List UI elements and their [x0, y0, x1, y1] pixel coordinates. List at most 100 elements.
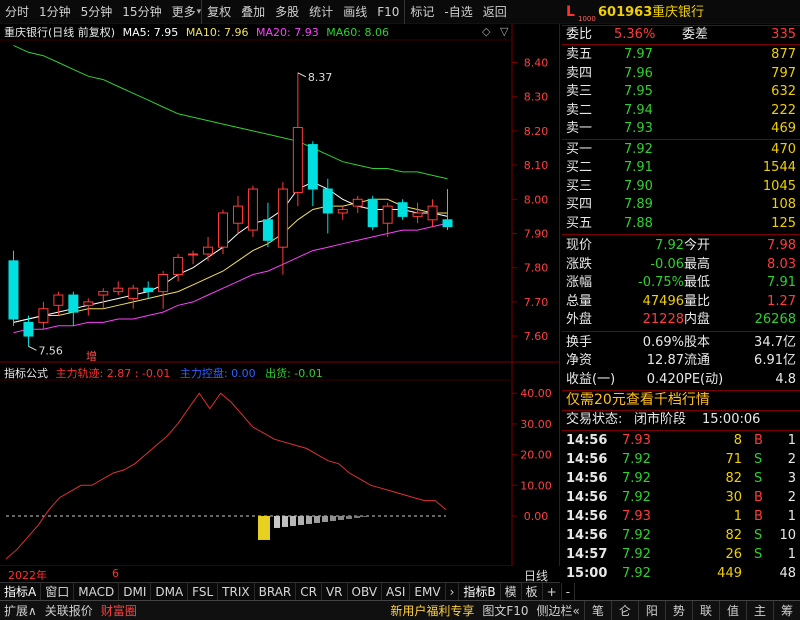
indicator-tab-6[interactable]: TRIX: [218, 583, 255, 600]
indicator-axis-label: 10.00: [520, 479, 552, 492]
mark-button[interactable]: 标记: [404, 0, 439, 24]
tick-volume: 30: [725, 490, 742, 505]
tick-count: 2: [787, 490, 796, 505]
ask-price: 7.93: [624, 121, 653, 136]
candle-body: [337, 209, 348, 214]
tick-count: 3: [787, 471, 796, 486]
chart-controls[interactable]: ◇ ▽: [482, 25, 508, 38]
indicator-tab-16[interactable]: 板: [522, 583, 543, 600]
adjust-button[interactable]: 复权: [201, 0, 236, 24]
tick-row: 14:56 7.93 1 B 1: [562, 508, 800, 526]
statistics-button[interactable]: 统计: [304, 0, 338, 24]
multi-stock-button[interactable]: 多股: [270, 0, 304, 24]
tick-volume: 8: [733, 433, 742, 448]
remove-favorite-button[interactable]: -自选: [439, 0, 477, 24]
indicator-tab-17[interactable]: +: [543, 583, 562, 600]
status-item-1[interactable]: 关联报价: [41, 601, 97, 620]
minute-chart-tab[interactable]: 分时: [0, 0, 34, 24]
stat-value: 8.03: [767, 256, 796, 272]
stat-label: 今开: [684, 238, 711, 253]
ask-label: 卖四: [566, 65, 593, 81]
indicator-tab-5[interactable]: FSL: [188, 583, 219, 600]
low-pointer: [28, 345, 37, 351]
back-button[interactable]: 返回: [478, 0, 512, 24]
indicator-tab-0[interactable]: 指标A: [0, 583, 42, 600]
status-right-item-4[interactable]: 仑: [610, 600, 638, 620]
indicator-tab-3[interactable]: DMI: [119, 583, 152, 600]
status-right-item-2[interactable]: 侧边栏«: [533, 601, 584, 620]
distribution-bar: [346, 515, 352, 519]
indicator-tab-1[interactable]: 窗口: [41, 583, 75, 600]
diamond-icon[interactable]: ◇: [482, 25, 490, 38]
status-right-item-5[interactable]: 阳: [637, 600, 665, 620]
five-minute-tab[interactable]: 5分钟: [76, 0, 118, 24]
candle: [232, 195, 243, 234]
candle: [292, 72, 303, 207]
bid-volume: 125: [771, 215, 796, 231]
arrow-down-icon[interactable]: ▽: [500, 25, 508, 38]
stat-label: 最高: [684, 256, 711, 272]
indicator-axis-label: 30.00: [520, 418, 552, 431]
tick-count: 2: [787, 452, 796, 467]
ma20-line: [13, 222, 448, 334]
trade-state-row: 交易状态: 闭市阶段 15:00:06: [562, 411, 800, 429]
indicator-tab-15[interactable]: 模: [501, 583, 522, 600]
kline-chart[interactable]: 8.40 8.30 8.20 8.10 8.00 7.90 7.80 7.70 7.60 8.37…: [0, 24, 560, 566]
candle: [307, 141, 318, 207]
tick-side: B: [754, 490, 763, 505]
candle: [442, 189, 453, 231]
bid-price: 7.90: [624, 178, 653, 194]
candle-body: [38, 308, 49, 323]
ma5-label: MA5: 7.95: [122, 26, 179, 39]
indicator-tab-14[interactable]: 指标B: [459, 583, 501, 600]
wecha-label: 委差: [682, 27, 709, 42]
promo-text: 仅需20元查看千档行情: [566, 392, 710, 408]
status-item-2[interactable]: 财富圈: [97, 601, 141, 620]
status-right-item-7[interactable]: 联: [691, 600, 719, 620]
one-minute-tab[interactable]: 1分钟: [34, 0, 76, 24]
stat-label: 外盘: [566, 312, 593, 327]
indicator-tab-11[interactable]: ASI: [382, 583, 411, 600]
candle: [247, 185, 258, 237]
ask-label: 卖一: [566, 121, 593, 136]
indicator-tab-10[interactable]: OBV: [348, 583, 383, 600]
indicator-tab-7[interactable]: BRAR: [255, 583, 297, 600]
ma20-label: MA20: 7.93: [256, 26, 319, 39]
f10-button[interactable]: F10: [372, 0, 404, 24]
candle: [203, 236, 214, 261]
low-annotation: 7.56: [38, 344, 63, 357]
more-tab[interactable]: 更多: [167, 0, 201, 24]
candle-body: [143, 287, 154, 293]
stat-value: 21228: [642, 312, 684, 327]
status-right-item-3[interactable]: 笔: [583, 600, 611, 620]
draw-line-button[interactable]: 画线: [338, 0, 372, 24]
tick-row: 14:56 7.92 30 B 2: [562, 489, 800, 507]
indicator-tab-2[interactable]: MACD: [74, 583, 120, 600]
chart-area[interactable]: 8.40 8.30 8.20 8.10 8.00 7.90 7.80 7.70 7.60 8.37…: [0, 24, 560, 566]
bid-label: 买五: [566, 215, 593, 231]
candle-body: [8, 260, 19, 320]
status-item-0[interactable]: 扩展∧: [0, 601, 41, 620]
ask-row: 卖二 7.94 222: [562, 102, 800, 120]
indicator-tab-8[interactable]: CR: [296, 583, 322, 600]
price-axis-label: 8.30: [524, 91, 549, 104]
status-right-item-6[interactable]: 势: [664, 600, 692, 620]
status-right-item-9[interactable]: 主: [745, 600, 773, 620]
status-right-item-0[interactable]: 新用户福利专享: [386, 601, 478, 620]
status-right-item-8[interactable]: 值: [718, 600, 746, 620]
tick-time: 14:56: [566, 490, 608, 505]
stock-logo: L: [566, 4, 575, 20]
ask-price: 7.96: [624, 65, 653, 81]
indicator-tab-4[interactable]: DMA: [151, 583, 189, 600]
fifteen-minute-tab[interactable]: 15分钟: [117, 0, 166, 24]
status-right-item-1[interactable]: 图文F10: [478, 601, 532, 620]
indicator-tab-12[interactable]: EMV: [410, 583, 446, 600]
overlay-button[interactable]: 叠加: [236, 0, 270, 24]
status-right-item-10[interactable]: 筹: [772, 600, 800, 620]
stat-label: 量比: [684, 293, 711, 309]
indicator-tab-13[interactable]: ›: [446, 583, 460, 600]
zeng-marker: 增: [86, 349, 97, 363]
stat-label: 内盘: [684, 312, 711, 327]
indicator-tab-9[interactable]: VR: [322, 583, 348, 600]
candle-body: [442, 219, 453, 228]
